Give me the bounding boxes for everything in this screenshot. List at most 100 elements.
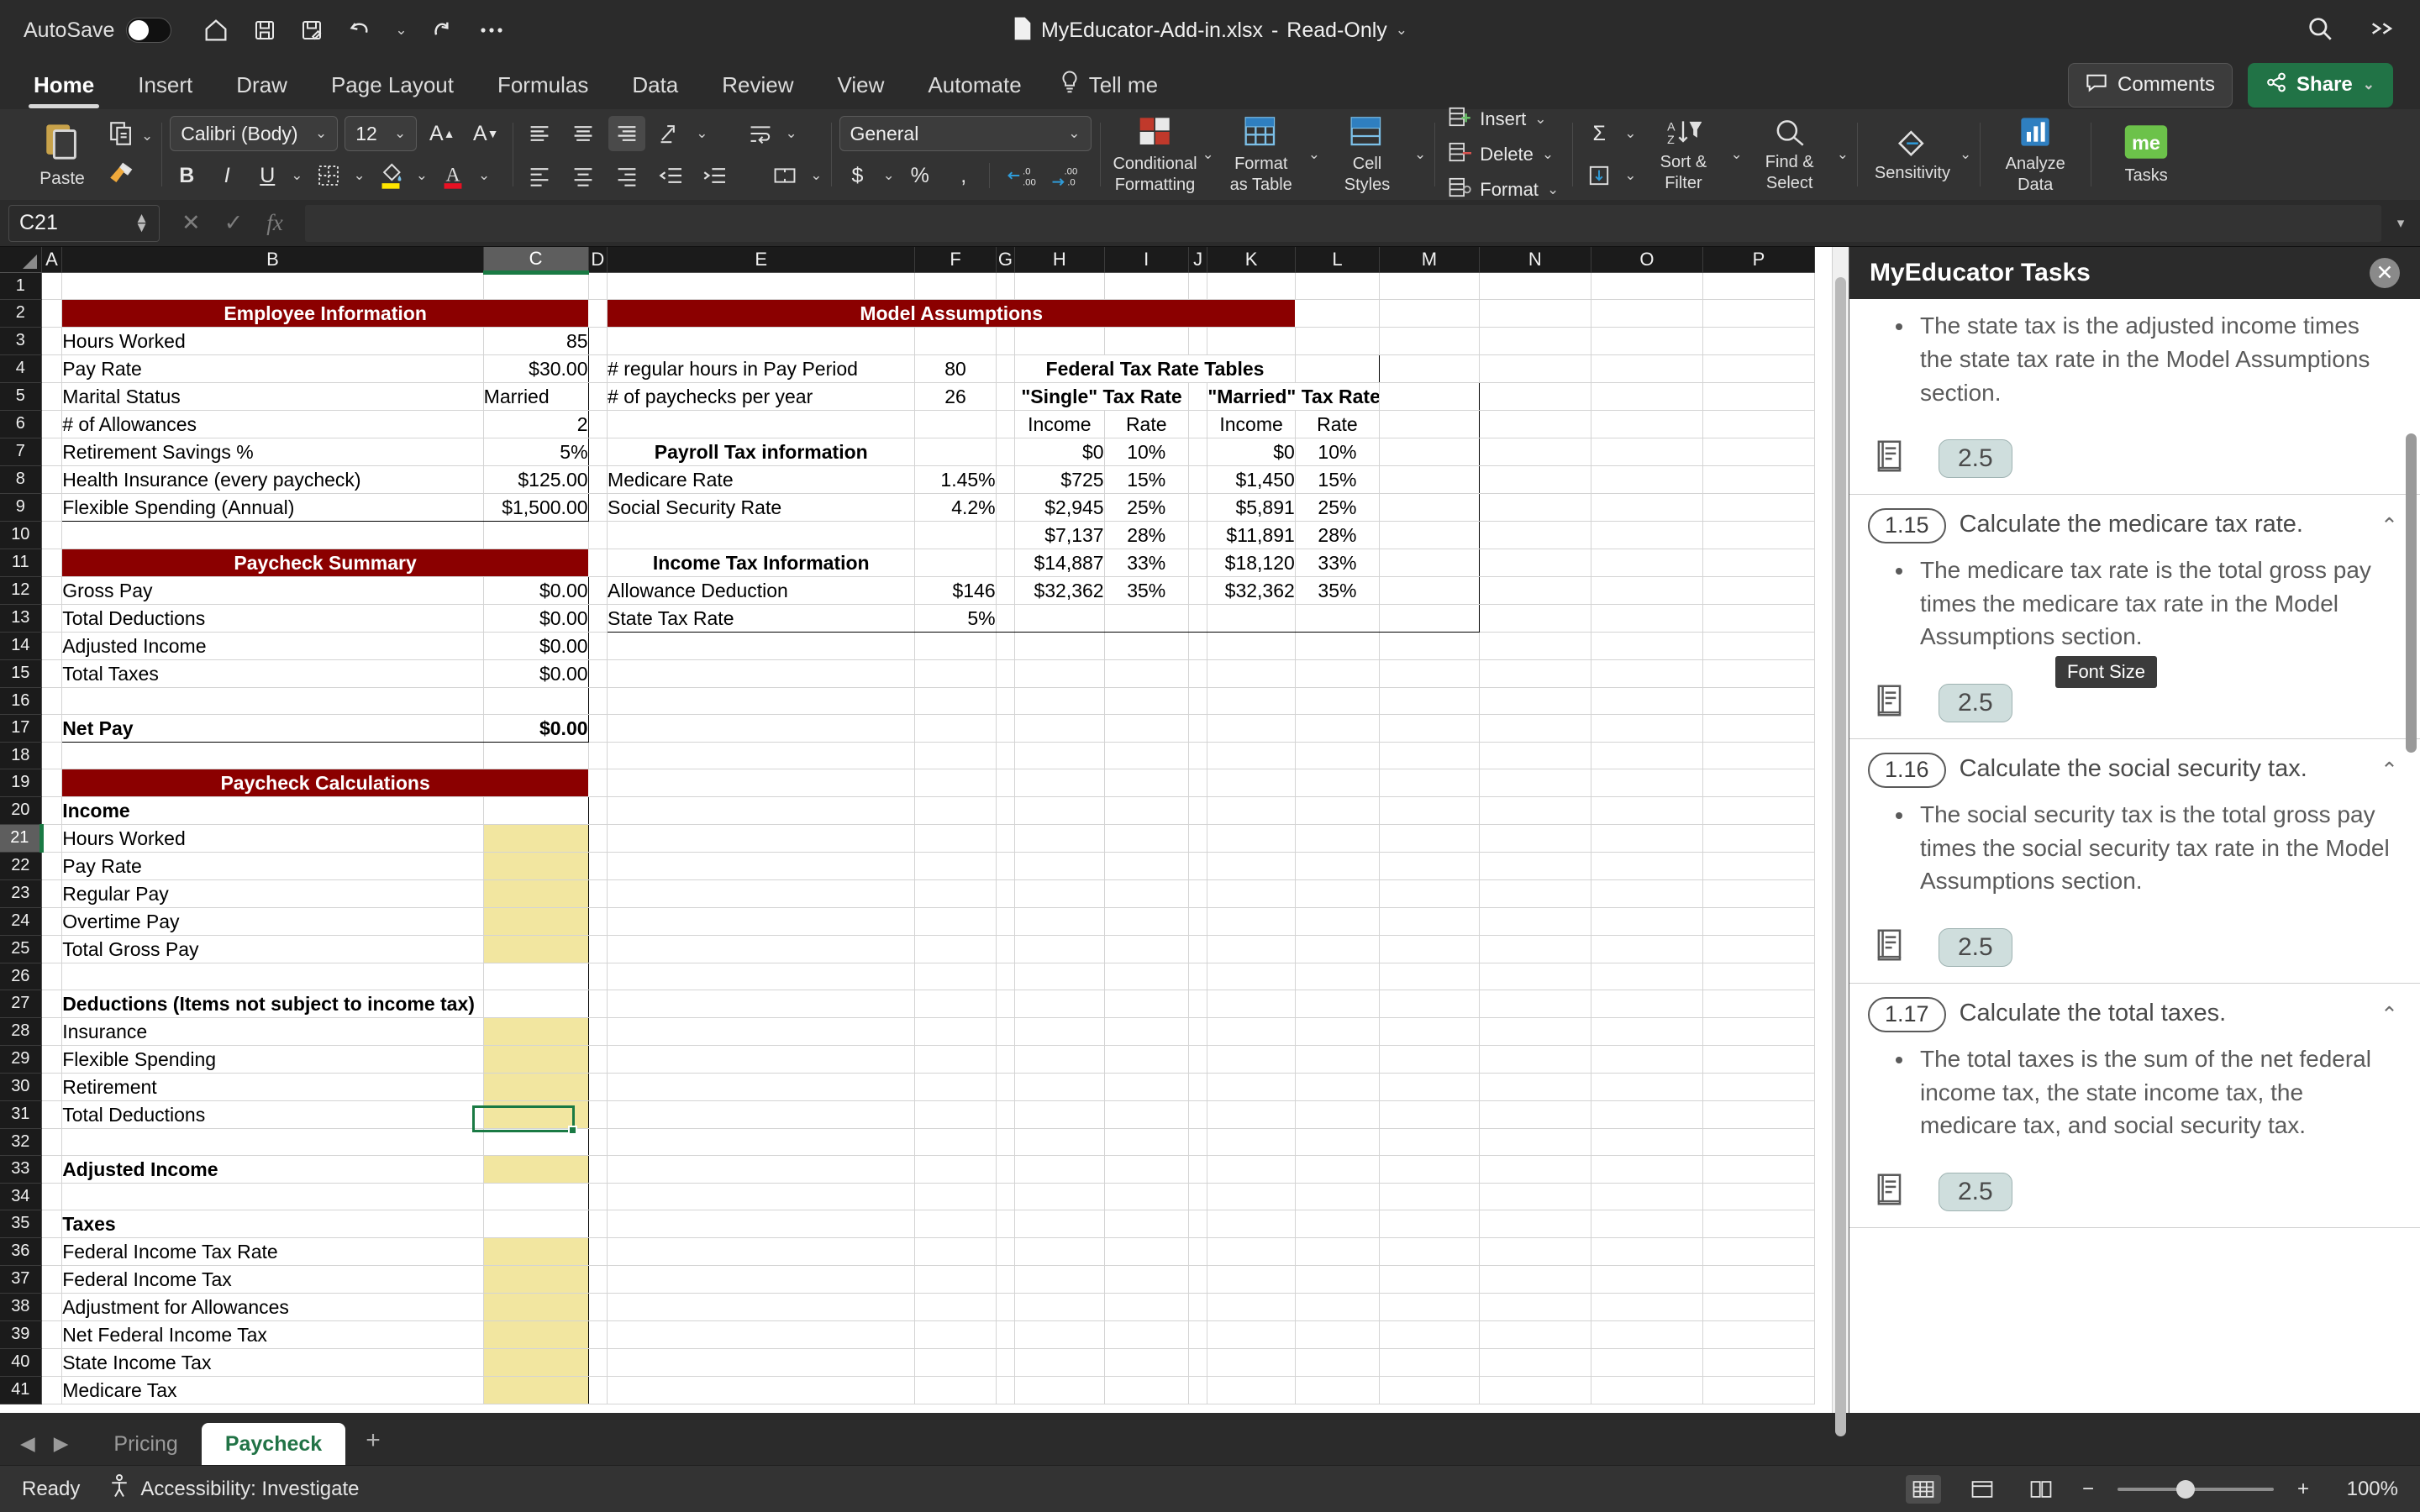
column-header-A[interactable]: A <box>41 247 63 273</box>
cell-B25[interactable]: Total Gross Pay <box>61 935 484 963</box>
task-item-1-15[interactable]: 1.15 Calculate the medicare tax rate. ⌃ … <box>1849 495 2420 740</box>
task-pane-body[interactable]: The state tax is the adjusted income tim… <box>1849 299 2420 1413</box>
cell-B14[interactable]: Adjusted Income <box>61 632 484 660</box>
cell-B33[interactable]: Adjusted Income <box>61 1155 484 1184</box>
save-icon[interactable] <box>252 18 277 43</box>
married-income-2[interactable]: $5,891 <box>1207 493 1296 522</box>
row-header-29[interactable]: 29 <box>0 1045 42 1074</box>
row-header-9[interactable]: 9 <box>0 493 42 522</box>
cell-C36[interactable] <box>483 1237 589 1266</box>
married-rate-2[interactable]: 25% <box>1295 493 1381 522</box>
paste-button[interactable]: Paste <box>22 121 103 189</box>
cell-F4[interactable]: 80 <box>914 354 997 383</box>
single-income-3[interactable]: $7,137 <box>1014 521 1105 549</box>
single-rate-1[interactable]: 15% <box>1104 465 1189 494</box>
merge-cells-icon[interactable] <box>766 158 803 193</box>
share-button[interactable]: Share ⌄ <box>2248 62 2393 108</box>
borders-chevron-down-icon[interactable]: ⌄ <box>354 167 366 184</box>
row-header-30[interactable]: 30 <box>0 1073 42 1101</box>
row-header-23[interactable]: 23 <box>0 879 42 908</box>
cell-C7[interactable]: 5% <box>483 438 589 466</box>
single-income-0[interactable]: $0 <box>1014 438 1105 466</box>
format-as-table-button[interactable]: Format as Table <box>1214 115 1308 194</box>
single-income-5[interactable]: $32,362 <box>1014 576 1105 605</box>
row-header-24[interactable]: 24 <box>0 907 42 936</box>
align-bottom-icon[interactable] <box>608 116 646 151</box>
cell-B15[interactable]: Total Taxes <box>61 659 484 688</box>
row-header-11[interactable]: 11 <box>0 549 42 577</box>
row-header-15[interactable]: 15 <box>0 659 42 688</box>
row-header-35[interactable]: 35 <box>0 1210 42 1238</box>
column-header-D[interactable]: D <box>588 247 608 273</box>
accessibility-button[interactable]: Accessibility: Investigate <box>108 1473 359 1504</box>
home-icon[interactable] <box>202 16 230 45</box>
single-rate-0[interactable]: 10% <box>1104 438 1189 466</box>
cell-B3[interactable]: Hours Worked <box>61 327 484 355</box>
font-color-icon[interactable]: A <box>434 158 471 193</box>
row-header-38[interactable]: 38 <box>0 1293 42 1321</box>
married-income-5[interactable]: $32,362 <box>1207 576 1296 605</box>
cell-C21[interactable] <box>483 824 589 853</box>
cell-C30[interactable] <box>483 1073 589 1101</box>
font-color-chevron-down-icon[interactable]: ⌄ <box>478 167 490 184</box>
orientation-chevron-down-icon[interactable]: ⌄ <box>696 125 708 142</box>
zoom-out-button[interactable]: − <box>2082 1478 2094 1501</box>
married-income-3[interactable]: $11,891 <box>1207 521 1296 549</box>
single-income-1[interactable]: $725 <box>1014 465 1105 494</box>
textbook-icon[interactable] <box>1873 682 1908 723</box>
cell-B41[interactable]: Medicare Tax <box>61 1376 484 1404</box>
save-as-icon[interactable] <box>299 18 324 43</box>
tab-view[interactable]: View <box>819 67 903 103</box>
undo-chevron-down-icon[interactable]: ⌄ <box>395 22 407 39</box>
percent-format-icon[interactable]: % <box>902 158 939 193</box>
row-header-1[interactable]: 1 <box>0 272 42 300</box>
sheet-tab-pricing[interactable]: Pricing <box>90 1423 201 1465</box>
analyze-data-button[interactable]: Analyze Data <box>1988 115 2082 194</box>
tab-data[interactable]: Data <box>613 67 697 103</box>
decrease-indent-icon[interactable] <box>652 158 689 193</box>
cell-C12[interactable]: $0.00 <box>483 576 589 605</box>
cancel-entry-icon[interactable]: ✕ <box>182 210 201 236</box>
row-header-31[interactable]: 31 <box>0 1100 42 1129</box>
cell-E9[interactable]: Social Security Rate <box>607 493 916 522</box>
married-rate-0[interactable]: 10% <box>1295 438 1381 466</box>
cell-C33[interactable] <box>483 1155 589 1184</box>
cell-C9[interactable]: $1,500.00 <box>483 493 589 522</box>
currency-format-icon[interactable]: $ <box>839 158 876 193</box>
zoom-in-button[interactable]: + <box>2297 1478 2309 1501</box>
align-middle-icon[interactable] <box>565 116 602 151</box>
italic-button[interactable]: I <box>210 158 244 193</box>
cell-B22[interactable]: Pay Rate <box>61 852 484 880</box>
row-header-41[interactable]: 41 <box>0 1376 42 1404</box>
cell-C31[interactable] <box>483 1100 589 1129</box>
conditional-formatting-button[interactable]: Conditional Formatting <box>1108 115 1202 194</box>
fill-color-chevron-down-icon[interactable]: ⌄ <box>416 167 428 184</box>
tab-review[interactable]: Review <box>703 67 812 103</box>
row-header-16[interactable]: 16 <box>0 687 42 715</box>
column-header-H[interactable]: H <box>1014 247 1105 273</box>
column-header-G[interactable]: G <box>996 247 1016 273</box>
column-header-C[interactable]: C <box>483 247 589 275</box>
cell-B31[interactable]: Total Deductions <box>61 1100 484 1129</box>
textbook-icon[interactable] <box>1873 438 1908 479</box>
cell-B8[interactable]: Health Insurance (every paycheck) <box>61 465 484 494</box>
column-header-K[interactable]: K <box>1207 247 1296 273</box>
column-header-N[interactable]: N <box>1479 247 1591 273</box>
merge-chevron-down-icon[interactable]: ⌄ <box>810 167 822 184</box>
scrollbar-thumb[interactable] <box>1835 277 1846 1436</box>
chevron-up-icon[interactable]: ⌃ <box>2381 753 2398 783</box>
cell-C17[interactable]: $0.00 <box>483 714 589 743</box>
cell-E5[interactable]: # of paychecks per year <box>607 382 916 411</box>
single-rate-3[interactable]: 28% <box>1104 521 1189 549</box>
fill-chevron-down-icon[interactable]: ⌄ <box>1624 167 1636 184</box>
cell-C13[interactable]: $0.00 <box>483 604 589 633</box>
single-income-2[interactable]: $2,945 <box>1014 493 1105 522</box>
previous-sheet-icon[interactable]: ◀ <box>20 1432 35 1455</box>
married-rate-5[interactable]: 35% <box>1295 576 1381 605</box>
task-pane-scrollbar[interactable] <box>2406 433 2417 753</box>
search-icon[interactable] <box>2306 14 2334 47</box>
cell-C37[interactable] <box>483 1265 589 1294</box>
undo-icon[interactable] <box>346 17 373 44</box>
name-box[interactable]: C21 ▲ ▼ <box>8 204 160 242</box>
fill-color-icon[interactable] <box>372 158 409 193</box>
